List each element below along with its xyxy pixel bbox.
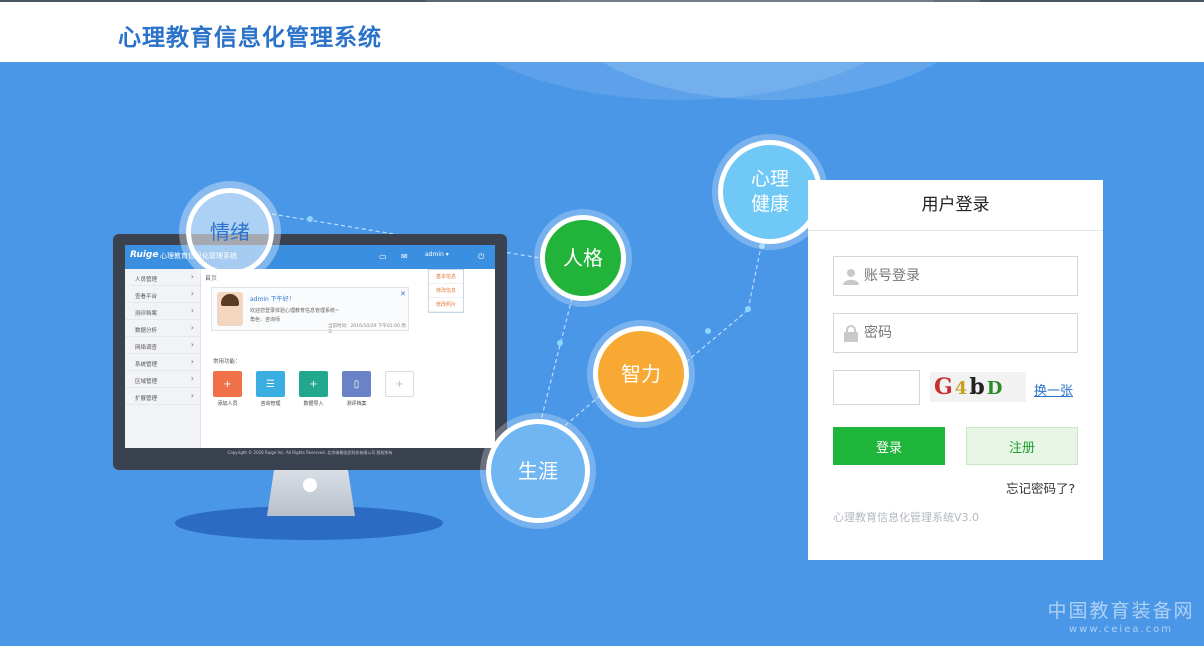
bubble-label: 人格	[563, 245, 603, 270]
mini-sidebar: 人员管理 查看平台 测评档案 数据分析 网络调查 系统管理 区域管理 扩展管理	[125, 269, 201, 449]
bubble-intelligence: 智力	[593, 326, 689, 422]
mini-sidebar-item: 扩展管理	[125, 388, 200, 405]
register-button[interactable]: 注册	[966, 427, 1078, 465]
username-field[interactable]	[833, 256, 1078, 296]
forgot-password-link[interactable]: 忘记密码了?	[1006, 478, 1075, 497]
mini-dropdown-item: 修改信息	[429, 284, 463, 298]
monitor-icon: ▭	[379, 252, 387, 261]
close-icon: ✕	[400, 290, 406, 298]
mini-sidebar-item: 查看平台	[125, 286, 200, 303]
captcha-char: 4	[954, 378, 970, 399]
bubble-label: 情绪	[210, 219, 250, 244]
refresh-captcha-link[interactable]: 换一张	[1034, 380, 1073, 399]
mini-sidebar-item: 数据分析	[125, 320, 200, 337]
mini-tile: ☰ 咨询管理	[256, 371, 285, 407]
captcha-field[interactable]	[833, 370, 920, 405]
mini-breadcrumb: 首页	[205, 275, 218, 282]
mini-footer: Copyright © 2016 Ruige Inc. All Rights R…	[125, 448, 495, 457]
captcha-input[interactable]	[834, 371, 919, 404]
mini-tile-label: 数据导入	[303, 401, 324, 407]
password-input[interactable]	[864, 314, 1074, 352]
mini-sidebar-item: 测评档案	[125, 303, 200, 320]
mini-dropdown-item: 修改照片	[429, 298, 463, 312]
mini-header: Ruige 心理教育信息化管理系统 ▭ ✉ admin ▾ ⏻	[125, 245, 495, 269]
bubble-career: 生涯	[486, 419, 590, 523]
captcha-char: D	[986, 378, 1005, 399]
user-icon	[843, 269, 859, 285]
watermark-title: 中国教育装备网	[1047, 600, 1195, 622]
mini-tile-label: 添加人员	[217, 401, 238, 407]
login-panel: 用户登录 G4bD 换一张 登录 注册 忘记密码了? 心理教育信息化管理系统V3…	[808, 180, 1103, 560]
mini-main-area: 首页 admin 下午好！ 欢迎您登录体验心理教育信息管理系统~ 角色：咨询师 …	[205, 273, 493, 407]
avatar	[217, 292, 243, 326]
mini-quick-tiles: + 添加人员 ☰ 咨询管理 + 数据导入 ▯ 测评档案 +	[213, 371, 414, 407]
monitor-stand	[267, 470, 355, 516]
captcha-char: G	[934, 374, 955, 400]
mini-quick-title: 常用功能：	[213, 359, 241, 365]
lock-icon	[844, 325, 858, 342]
captcha-image[interactable]: G4bD	[930, 372, 1026, 402]
mini-tile: + 数据导入	[299, 371, 328, 407]
plus-icon: +	[385, 371, 414, 397]
add-user-icon: +	[213, 371, 242, 397]
bubble-label-line: 心理	[750, 168, 789, 190]
login-button[interactable]: 登录	[833, 427, 945, 465]
import-user-icon: +	[299, 371, 328, 397]
mini-welcome-role: 角色：咨询师	[250, 317, 281, 323]
power-icon: ⏻	[478, 252, 485, 261]
mini-tile: + 添加人员	[213, 371, 242, 407]
mini-tile-label: 咨询管理	[260, 401, 281, 407]
username-input[interactable]	[864, 257, 1074, 295]
captcha-char: b	[969, 374, 987, 400]
mini-tile: +	[385, 371, 414, 407]
monitor-screen: Ruige 心理教育信息化管理系统 ▭ ✉ admin ▾ ⏻ 基本信息 修改信…	[125, 245, 495, 457]
version-text: 心理教育信息化管理系统V3.0	[833, 511, 980, 524]
mini-tile-label: 测评档案	[346, 401, 367, 407]
mini-sidebar-item: 系统管理	[125, 354, 200, 371]
mini-logo: Ruige	[130, 250, 159, 260]
messages-icon: ✉	[401, 252, 408, 261]
bubble-label-line: 健康	[750, 193, 789, 215]
chat-icon: ☰	[256, 371, 285, 397]
book-icon: ▯	[342, 371, 371, 397]
mini-welcome-time: 当前时间：2016/10/29 下午01:00 周三	[328, 324, 406, 335]
monitor-power-dot	[303, 478, 317, 492]
mini-user-menu: admin ▾	[425, 251, 449, 258]
monitor-illustration: Ruige 心理教育信息化管理系统 ▭ ✉ admin ▾ ⏻ 基本信息 修改信…	[113, 234, 507, 470]
watermark-url: www.ceiea.com	[1068, 624, 1174, 635]
bubble-label: 生涯	[518, 458, 558, 483]
mini-welcome-text: 欢迎您登录体验心理教育信息管理系统~	[250, 308, 340, 314]
mini-welcome-card: admin 下午好！ 欢迎您登录体验心理教育信息管理系统~ 角色：咨询师 当前时…	[211, 287, 409, 335]
password-field[interactable]	[833, 313, 1078, 353]
bubble-mental-health: 心理 健康	[718, 140, 822, 244]
login-title: 用户登录	[808, 180, 1103, 231]
mini-tile: ▯ 测评档案	[342, 371, 371, 407]
mini-sidebar-item: 网络调查	[125, 337, 200, 354]
bubble-label: 心理 健康	[751, 167, 789, 217]
bubble-emotion: 情绪	[186, 188, 274, 276]
mini-welcome-greeting: admin 下午好！	[250, 296, 295, 303]
bubble-label: 智力	[621, 361, 661, 386]
mini-sidebar-item: 区域管理	[125, 371, 200, 388]
bubble-personality: 人格	[540, 215, 626, 301]
mini-sidebar-item: 人员管理	[125, 269, 200, 286]
watermark: 中国教育装备网 www.ceiea.com	[1044, 596, 1198, 635]
